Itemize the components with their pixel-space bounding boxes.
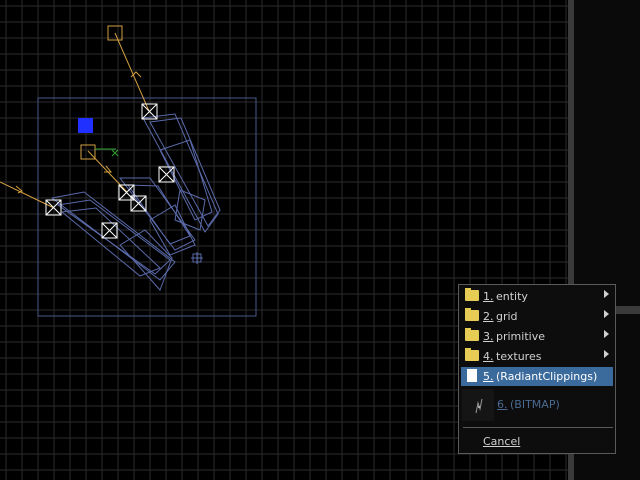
origin-entity[interactable]	[80, 144, 96, 160]
selection-bounds	[37, 97, 257, 317]
menu-separator	[463, 427, 613, 428]
menu-item-primitive[interactable]: 3. primitive	[461, 327, 613, 346]
folder-icon	[465, 308, 479, 321]
menu-item-radiant-clippings[interactable]: 5. (RadiantClippings)	[461, 367, 613, 386]
axis-origin-icon[interactable]	[78, 118, 93, 133]
folder-icon	[465, 348, 479, 361]
axis-x-label-icon	[111, 149, 119, 157]
document-icon	[467, 369, 477, 382]
context-menu: 1. entity 2. grid 3. primitive 4. textur…	[458, 284, 616, 454]
right-pane-bar	[616, 306, 640, 314]
submenu-arrow-icon	[604, 290, 609, 298]
path-line	[114, 32, 150, 112]
menu-item-grid[interactable]: 2. grid	[461, 307, 613, 326]
submenu-arrow-icon	[604, 350, 609, 358]
wireframe-brushes[interactable]	[50, 113, 221, 291]
folder-icon	[465, 328, 479, 341]
folder-icon	[465, 288, 479, 301]
menu-item-bitmap[interactable]: 6. (BITMAP)	[497, 395, 607, 414]
submenu-arrow-icon	[604, 310, 609, 318]
bitmap-thumbnail	[462, 389, 494, 421]
menu-item-textures[interactable]: 4. textures	[461, 347, 613, 366]
cancel-menu-item[interactable]: Cancel	[483, 435, 520, 448]
submenu-arrow-icon	[604, 330, 609, 338]
path-arrow-icon	[15, 185, 23, 194]
menu-item-entity[interactable]: 1. entity	[461, 287, 613, 306]
